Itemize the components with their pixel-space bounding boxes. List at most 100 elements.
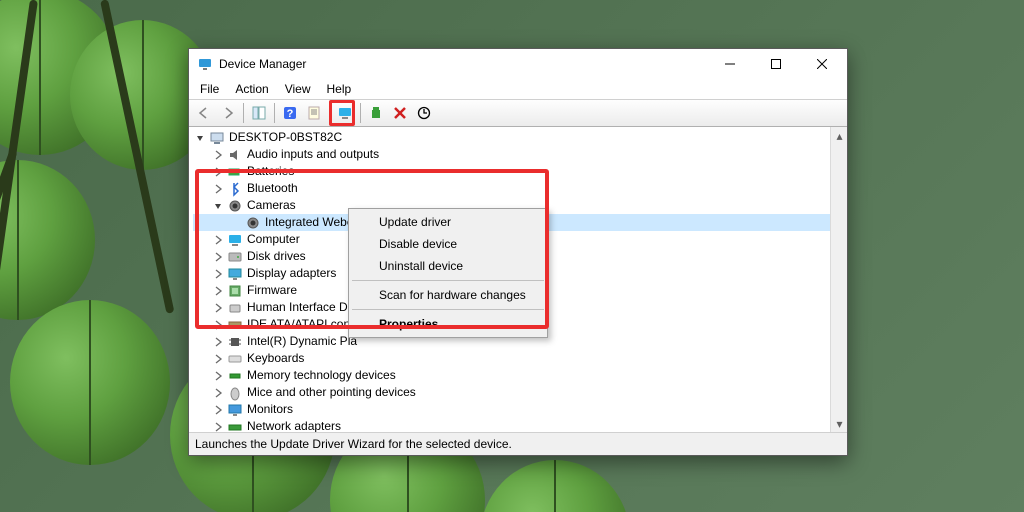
hid-icon: [227, 300, 243, 316]
menu-file[interactable]: File: [193, 80, 226, 98]
toolbar: ?: [189, 99, 847, 127]
tree-node[interactable]: Memory technology devices: [193, 367, 830, 384]
uninstall-device-button[interactable]: [365, 102, 387, 124]
tree-node[interactable]: Network adapters: [193, 418, 830, 432]
tree-node-label: Batteries: [247, 163, 294, 180]
tree-node-label: Network adapters: [247, 418, 341, 432]
tree-node-label: Bluetooth: [247, 180, 298, 197]
tree-node[interactable]: Keyboards: [193, 350, 830, 367]
toolbar-separator: [274, 103, 275, 123]
titlebar[interactable]: Device Manager: [189, 49, 847, 79]
chevron-right-icon[interactable]: [211, 284, 225, 298]
audio-icon: [227, 147, 243, 163]
ctx-properties[interactable]: Properties: [351, 313, 545, 335]
update-driver-button[interactable]: [334, 102, 356, 124]
ide-icon: [227, 317, 243, 333]
properties-button[interactable]: [303, 102, 325, 124]
ctx-separator: [352, 309, 544, 310]
ctx-scan-hardware[interactable]: Scan for hardware changes: [351, 284, 545, 306]
context-menu: Update driver Disable device Uninstall d…: [348, 208, 548, 338]
chevron-right-icon[interactable]: [211, 267, 225, 281]
chevron-right-icon[interactable]: [211, 420, 225, 433]
tree-root[interactable]: DESKTOP-0BST82C: [193, 129, 830, 146]
ctx-uninstall-device[interactable]: Uninstall device: [351, 255, 545, 277]
window-title: Device Manager: [219, 57, 306, 71]
close-button[interactable]: [799, 49, 845, 79]
camera-icon: [227, 198, 243, 214]
computer-icon: [227, 232, 243, 248]
firmware-icon: [227, 283, 243, 299]
menu-help[interactable]: Help: [320, 80, 359, 98]
ctx-separator: [352, 280, 544, 281]
show-hide-tree-button[interactable]: [248, 102, 270, 124]
chevron-right-icon[interactable]: [211, 369, 225, 383]
chevron-right-icon[interactable]: [211, 335, 225, 349]
tree-node-label: Display adapters: [247, 265, 336, 282]
tree-node-label: Computer: [247, 231, 300, 248]
ctx-update-driver[interactable]: Update driver: [351, 211, 545, 233]
webcam-icon: [245, 215, 261, 231]
statusbar: Launches the Update Driver Wizard for th…: [189, 433, 847, 455]
chip-icon: [227, 334, 243, 350]
monitor-icon: [227, 402, 243, 418]
chevron-right-icon[interactable]: [211, 386, 225, 400]
menu-action[interactable]: Action: [228, 80, 275, 98]
network-icon: [227, 419, 243, 433]
ctx-disable-device[interactable]: Disable device: [351, 233, 545, 255]
svg-text:?: ?: [287, 108, 294, 120]
status-text: Launches the Update Driver Wizard for th…: [195, 437, 512, 451]
tree-node-label: DESKTOP-0BST82C: [229, 129, 342, 146]
app-icon: [197, 56, 213, 72]
tree-node-label: Disk drives: [247, 248, 306, 265]
chevron-right-icon[interactable]: [211, 233, 225, 247]
vertical-scrollbar[interactable]: ▴ ▾: [830, 127, 847, 432]
memory-icon: [227, 368, 243, 384]
chevron-down-icon[interactable]: [193, 131, 207, 145]
battery-icon: [227, 164, 243, 180]
disable-device-button[interactable]: [389, 102, 411, 124]
scan-hardware-button[interactable]: [413, 102, 435, 124]
tree-node-label: Human Interface De: [247, 299, 354, 316]
tree-node[interactable]: Mice and other pointing devices: [193, 384, 830, 401]
tree-node[interactable]: Audio inputs and outputs: [193, 146, 830, 163]
tree-node-label: Monitors: [247, 401, 293, 418]
tree-node-label: Audio inputs and outputs: [247, 146, 379, 163]
maximize-button[interactable]: [753, 49, 799, 79]
toolbar-separator: [243, 103, 244, 123]
chevron-right-icon[interactable]: [211, 352, 225, 366]
display-icon: [227, 266, 243, 282]
tree-node-label: Mice and other pointing devices: [247, 384, 416, 401]
toolbar-separator: [360, 103, 361, 123]
menu-view[interactable]: View: [278, 80, 318, 98]
chevron-down-icon[interactable]: [211, 199, 225, 213]
chevron-right-icon[interactable]: [211, 301, 225, 315]
keyboard-icon: [227, 351, 243, 367]
tree-node-label: Firmware: [247, 282, 297, 299]
tree-node-label: Cameras: [247, 197, 296, 214]
menubar: File Action View Help: [189, 79, 847, 99]
chevron-right-icon[interactable]: [211, 148, 225, 162]
mouse-icon: [227, 385, 243, 401]
scroll-down-arrow[interactable]: ▾: [831, 415, 847, 432]
device-manager-window: Device Manager File Action View Help ?: [188, 48, 848, 456]
chevron-right-icon[interactable]: [211, 403, 225, 417]
tree-node-label: Keyboards: [247, 350, 304, 367]
chevron-right-icon[interactable]: [211, 182, 225, 196]
help-button[interactable]: ?: [279, 102, 301, 124]
tree-node[interactable]: Batteries: [193, 163, 830, 180]
tree-node-label: Intel(R) Dynamic Pla: [247, 333, 357, 350]
tree-node[interactable]: Monitors: [193, 401, 830, 418]
back-button[interactable]: [193, 102, 215, 124]
chevron-right-icon[interactable]: [211, 165, 225, 179]
scroll-up-arrow[interactable]: ▴: [831, 127, 847, 144]
minimize-button[interactable]: [707, 49, 753, 79]
forward-button[interactable]: [217, 102, 239, 124]
chevron-right-icon[interactable]: [211, 318, 225, 332]
toolbar-separator: [329, 103, 330, 123]
chevron-right-icon[interactable]: [211, 250, 225, 264]
tree-node-label: Memory technology devices: [247, 367, 396, 384]
computer-icon: [209, 130, 225, 146]
tree-node[interactable]: Bluetooth: [193, 180, 830, 197]
bluetooth-icon: [227, 181, 243, 197]
tree-node-label: IDE ATA/ATAPI contr: [247, 316, 357, 333]
